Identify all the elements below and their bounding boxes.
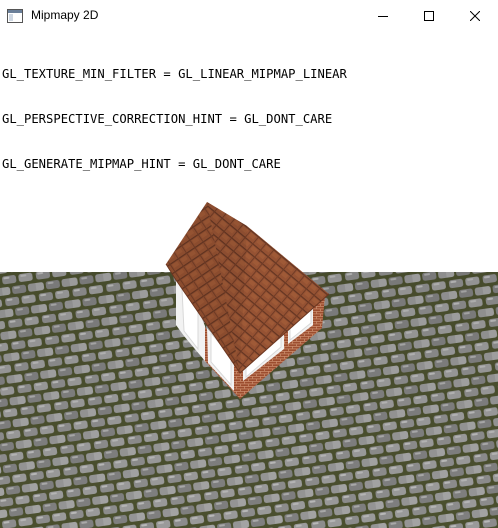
close-icon [470,10,480,21]
window-title: Mipmapy 2D [31,8,99,22]
close-button[interactable] [452,0,498,31]
title-bar[interactable]: Mipmapy 2D [0,0,498,31]
hud-line-perspective-hint: GL_PERSPECTIVE_CORRECTION_HINT = GL_DONT… [2,112,333,126]
opengl-viewport[interactable]: GL_TEXTURE_MIN_FILTER = GL_LINEAR_MIPMAP… [0,31,498,528]
app-window-icon [7,8,23,23]
hud-line-mipmap-hint: GL_GENERATE_MIPMAP_HINT = GL_DONT_CARE [2,157,281,171]
maximize-button[interactable] [406,0,452,31]
hud-overlay: GL_TEXTURE_MIN_FILTER = GL_LINEAR_MIPMAP… [2,37,347,202]
maximize-icon [424,10,434,21]
hud-line-min-filter: GL_TEXTURE_MIN_FILTER = GL_LINEAR_MIPMAP… [2,67,347,81]
minimize-icon [378,11,388,21]
application-window: Mipmapy 2D GL_TEXTURE_MIN_FILTER = GL_LI… [0,0,498,528]
minimize-button[interactable] [360,0,406,31]
